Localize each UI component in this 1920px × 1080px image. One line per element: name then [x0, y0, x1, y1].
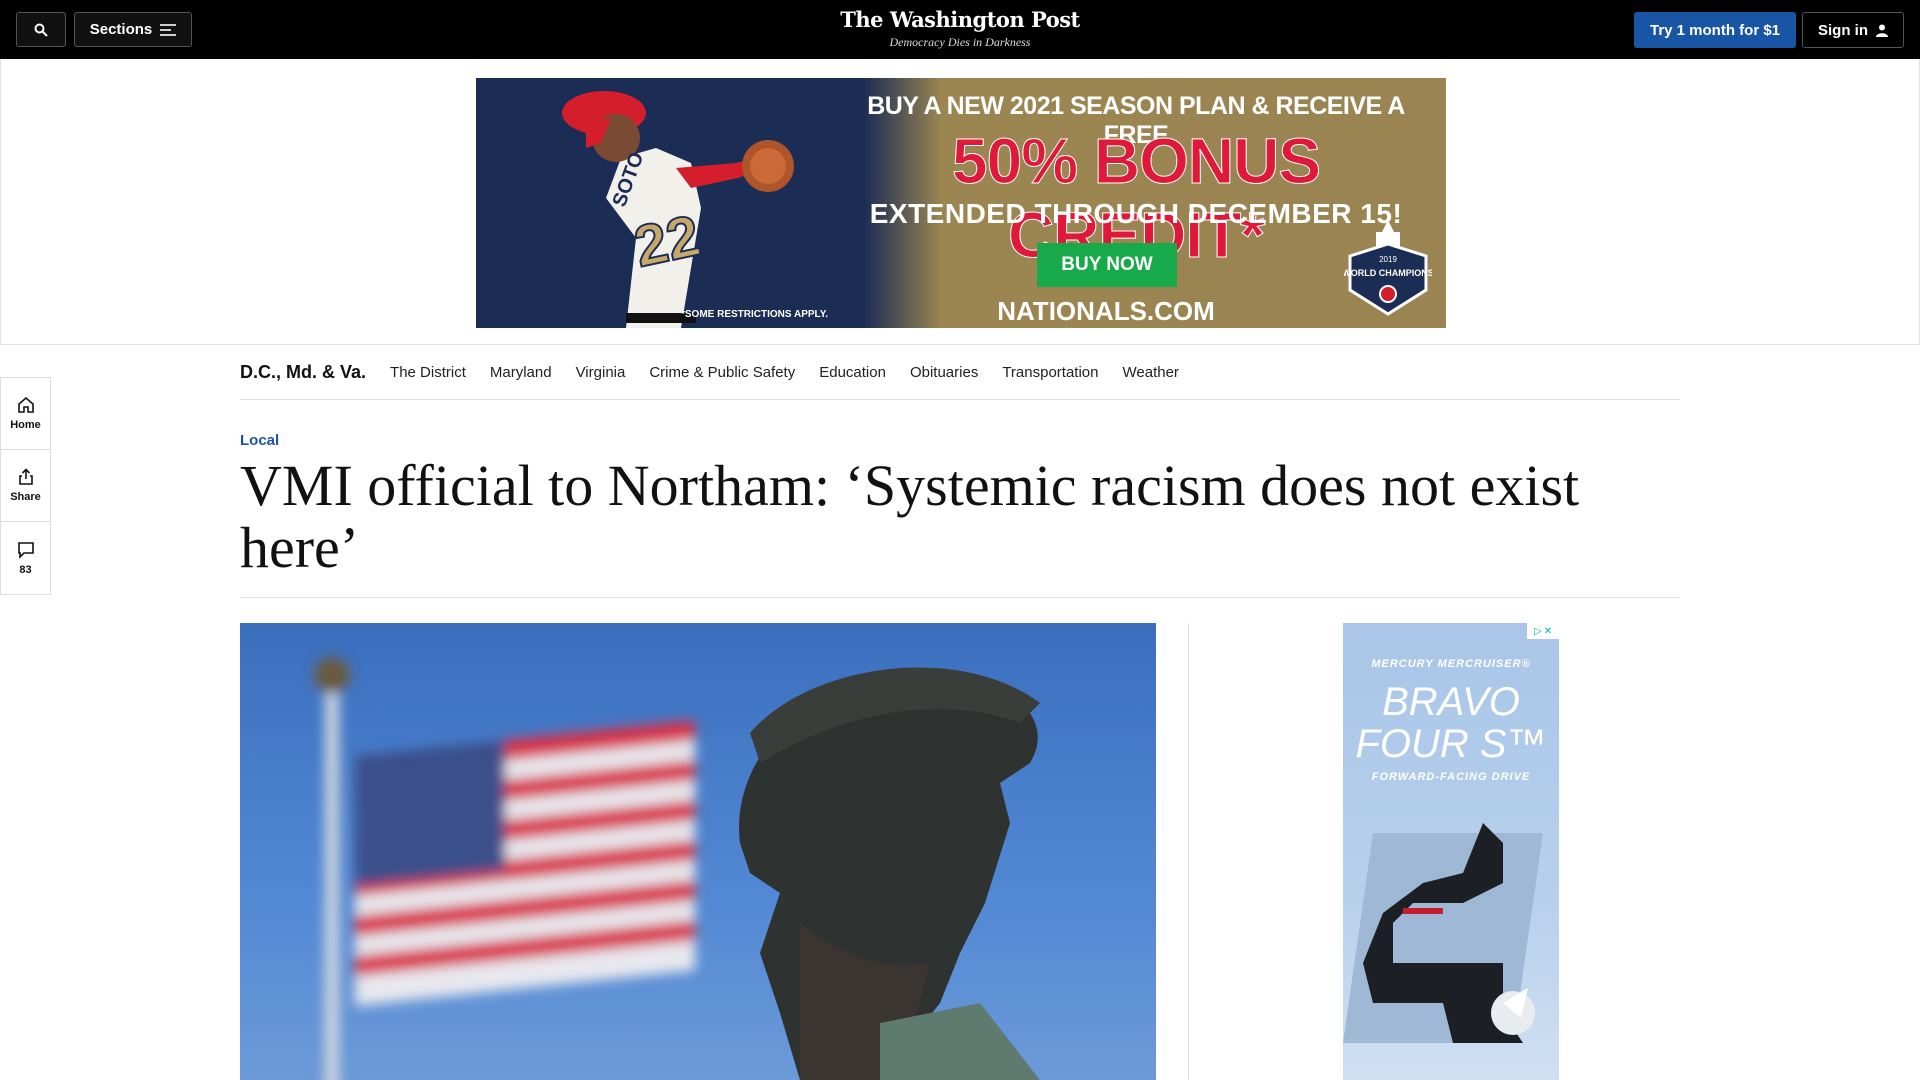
home-label: Home [10, 419, 41, 431]
ad-choices-icon[interactable]: ▷ ✕ [1527, 623, 1559, 639]
subnav-title[interactable]: D.C., Md. & Va. [240, 362, 366, 383]
subnav-link-transportation[interactable]: Transportation [1002, 364, 1098, 381]
world-champions-badge: 2019 WORLD CHAMPIONS [1344, 220, 1432, 316]
side-ad-title: BRAVO FOUR S™ [1355, 680, 1547, 766]
subnav-link-weather[interactable]: Weather [1123, 364, 1179, 381]
search-icon [34, 23, 48, 37]
subnav-link-obituaries[interactable]: Obituaries [910, 364, 978, 381]
subnav-link-maryland[interactable]: Maryland [490, 364, 552, 381]
home-button[interactable]: Home [1, 378, 50, 450]
ad-site: NATIONALS.COM [997, 296, 1215, 326]
comment-count: 83 [19, 563, 32, 576]
sections-button[interactable]: Sections [74, 12, 192, 47]
column-divider [1188, 623, 1189, 1080]
ad-restrictions: *SOME RESTRICTIONS APPLY. [681, 309, 829, 320]
lead-image[interactable] [240, 623, 1156, 1080]
logo[interactable]: The Washington Post [810, 7, 1110, 32]
user-icon [1876, 24, 1888, 37]
article-headline: VMI official to Northam: ‘Systemic racis… [240, 453, 1580, 580]
subnav-link-virginia[interactable]: Virginia [576, 364, 626, 381]
top-bar: Sections The Washington Post Democracy D… [0, 0, 1920, 59]
top-ad-region: 22 SOTO BUY A NEW 2021 SEASON PLAN & REC… [0, 59, 1920, 345]
masthead[interactable]: The Washington Post Democracy Dies in Da… [810, 7, 1110, 50]
search-button[interactable] [16, 12, 66, 47]
side-ad-subtitle: FORWARD-FACING DRIVE [1371, 771, 1531, 783]
subnav-link-the-district[interactable]: The District [390, 364, 466, 381]
sign-in-label: Sign in [1818, 21, 1868, 39]
subnav-link-crime-public-safety[interactable]: Crime & Public Safety [649, 364, 795, 381]
sections-label: Sections [89, 21, 153, 38]
badge-year: 2019 [1379, 255, 1397, 264]
mercury-side-ad[interactable]: ▷ ✕ MERCURY MERCRUISER® BRAVO FOUR S™ FO… [1343, 623, 1559, 1080]
comments-button[interactable]: 83 [1, 522, 50, 594]
share-icon [18, 468, 33, 485]
flag-statue-photo [314, 657, 1040, 1080]
buy-now-button[interactable]: BUY NOW [1037, 243, 1177, 287]
jersey-number: 22 [629, 203, 706, 280]
side-ad-brand: MERCURY MERCRUISER® [1371, 658, 1531, 670]
ad-info-icon: ▷ [1533, 625, 1542, 637]
divider [240, 597, 1680, 598]
left-rail: Home Share 83 [0, 377, 51, 595]
nationals-banner-ad[interactable]: 22 SOTO BUY A NEW 2021 SEASON PLAN & REC… [476, 78, 1446, 328]
baseball-player-image: 22 SOTO [562, 91, 794, 328]
subnav-link-education[interactable]: Education [819, 364, 886, 381]
share-button[interactable]: Share [1, 450, 50, 522]
ad-line-3: EXTENDED THROUGH DECEMBER 15! [869, 198, 1403, 229]
tagline: Democracy Dies in Darkness [889, 35, 1031, 49]
section-subnav: D.C., Md. & Va. The District Maryland Vi… [240, 345, 1680, 400]
share-label: Share [10, 491, 41, 503]
outboard-engine-image [1343, 823, 1543, 1043]
article-kicker[interactable]: Local [240, 432, 279, 449]
menu-icon [160, 23, 177, 36]
home-icon [17, 396, 34, 413]
subscribe-button[interactable]: Try 1 month for $1 [1634, 12, 1796, 48]
sign-in-button[interactable]: Sign in [1802, 12, 1904, 48]
close-icon[interactable]: ✕ [1544, 626, 1552, 637]
comment-icon [17, 541, 34, 559]
badge-text: WORLD CHAMPIONS [1344, 268, 1432, 278]
